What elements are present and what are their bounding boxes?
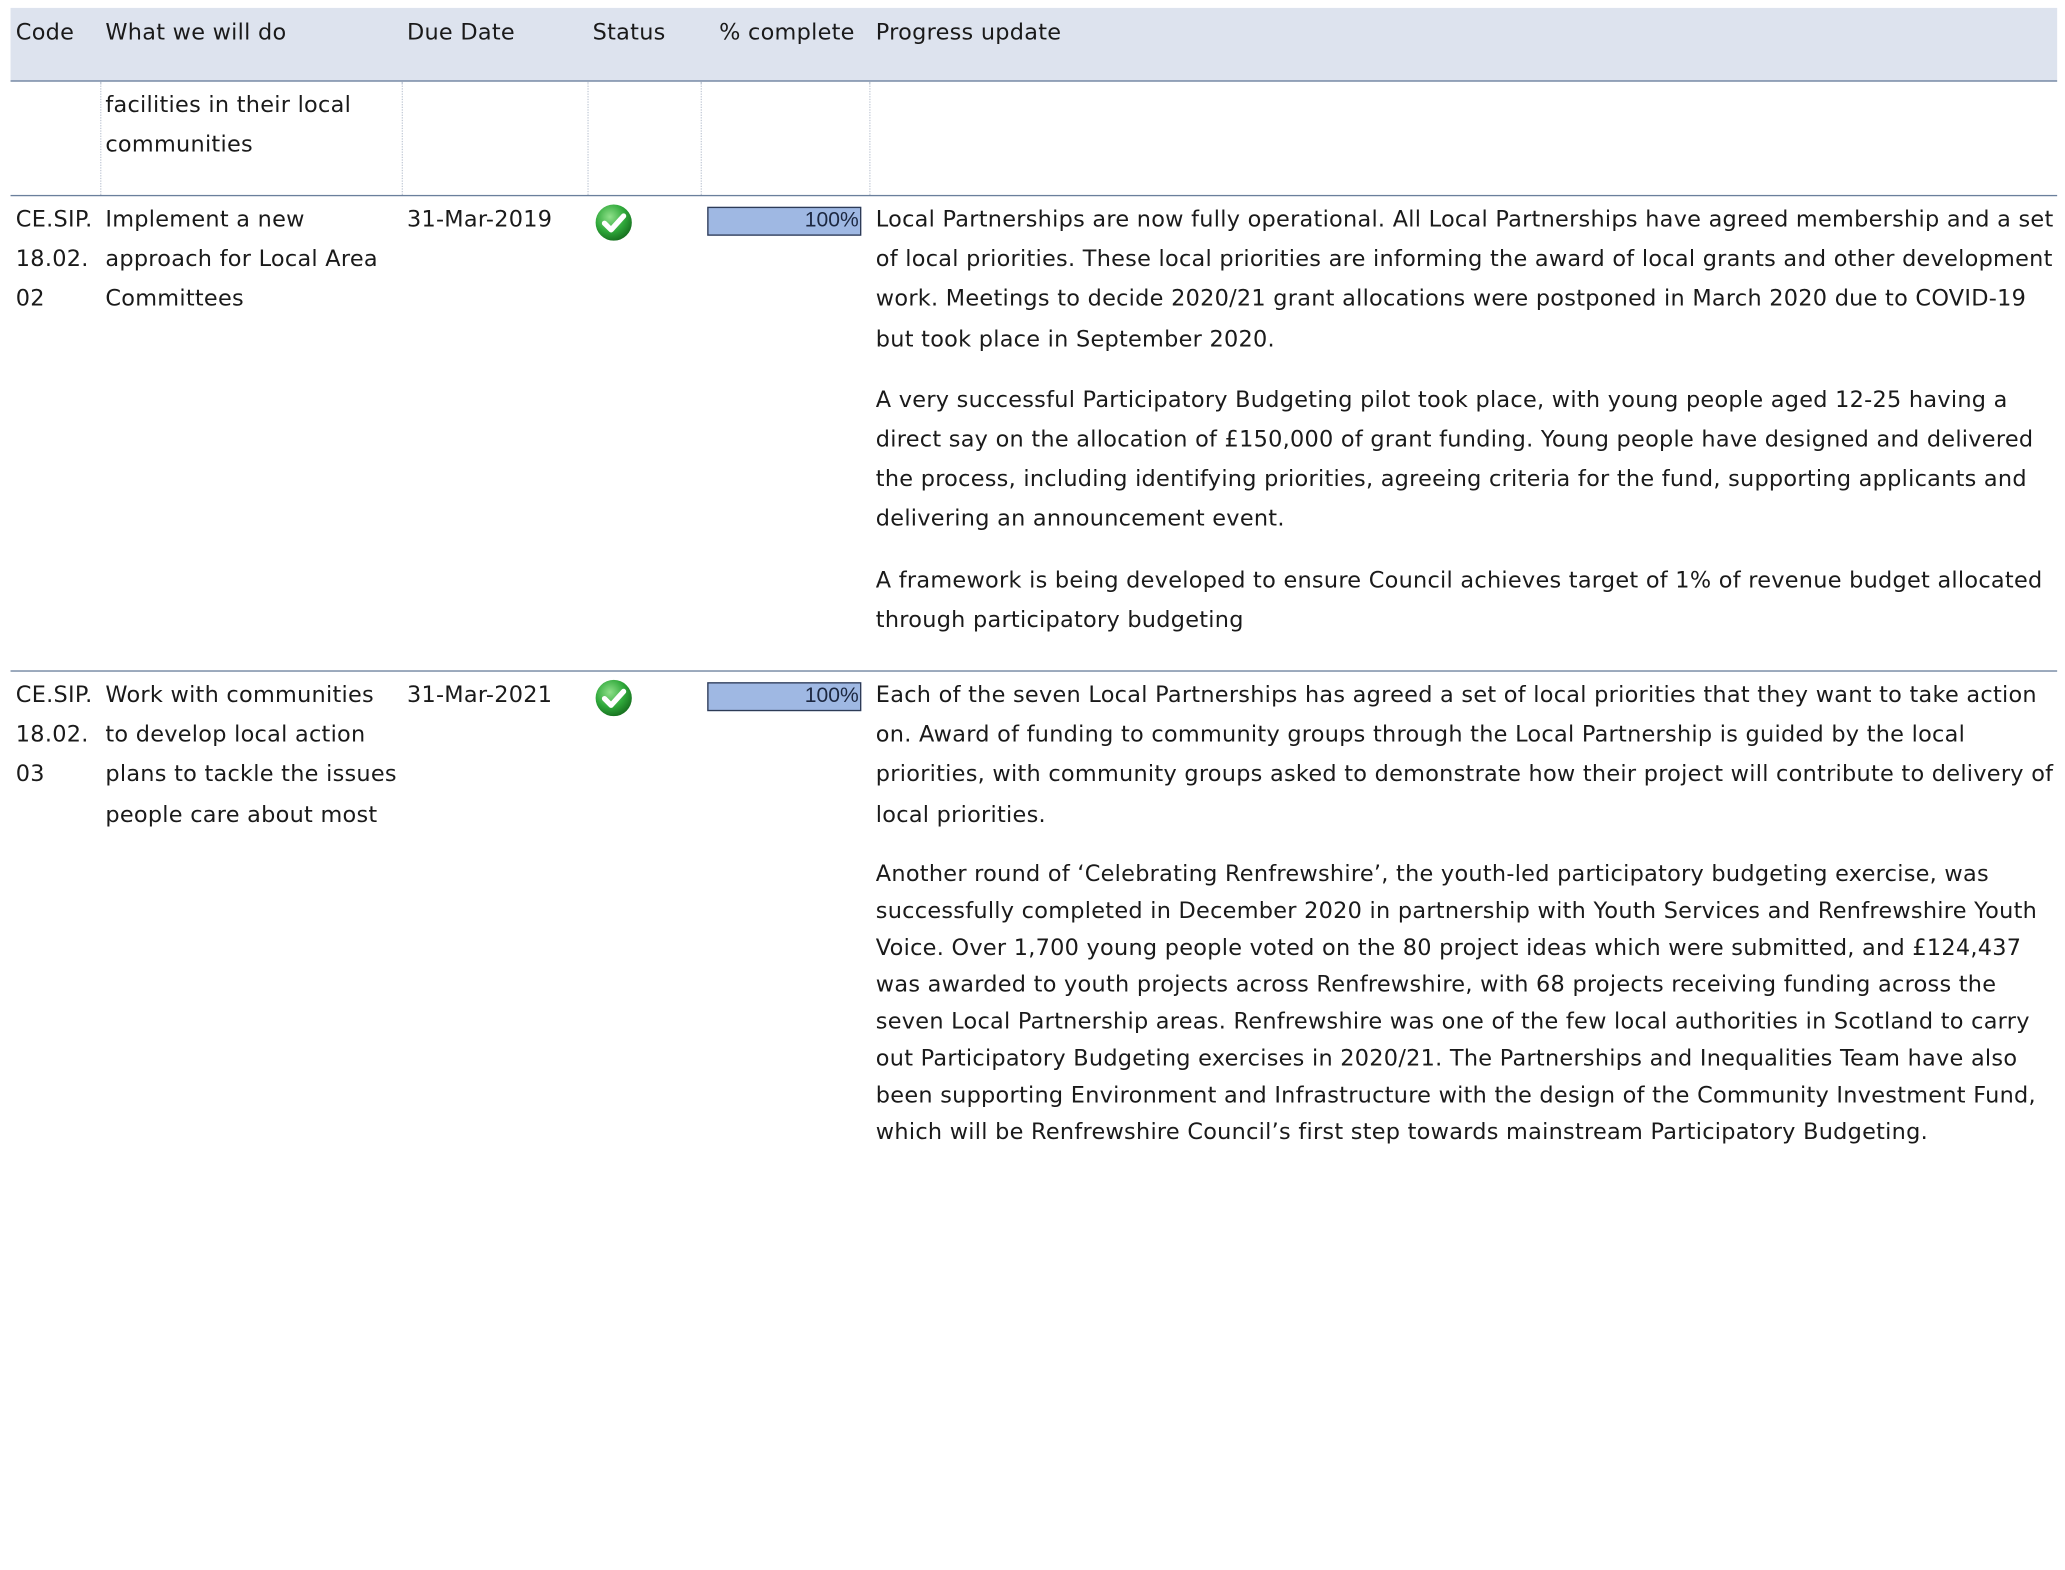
header-what-we-will-do: What we will do <box>105 19 287 47</box>
header-code: Code <box>15 19 75 47</box>
percent-complete-label: 100% <box>804 209 859 232</box>
column-divider <box>401 81 404 195</box>
column-divider <box>587 81 589 195</box>
percent-complete-label: 100% <box>804 684 859 708</box>
document-page: Code What we will do Due Date Status % c… <box>0 0 2065 1570</box>
progress-paragraph: A very successful Participatory Budgetin… <box>875 386 2034 533</box>
table-header: Code What we will do Due Date Status % c… <box>10 7 2058 82</box>
column-divider <box>100 81 102 195</box>
row-progress-update: Each of the seven Local Partnerships has… <box>876 676 2057 1151</box>
green-check-circle-icon <box>593 202 634 243</box>
progress-paragraph: A framework is being developed to ensure… <box>875 567 2043 634</box>
continuation-line: facilities in their local <box>105 92 352 119</box>
header-status: Status <box>592 19 666 47</box>
continuation-line: communities <box>105 131 253 159</box>
row-progress-update: Local Partnerships are now fully operati… <box>876 200 2057 640</box>
continuation-what-cell: facilities in their local communities <box>105 86 395 166</box>
column-divider <box>869 81 871 195</box>
row-due-date: 31-Mar-2019 <box>406 206 553 234</box>
column-divider <box>700 81 702 195</box>
row-due-date: 31-Mar-2021 <box>406 682 553 709</box>
progress-paragraph: Another round of ‘Celebrating Renfrewshi… <box>875 861 2038 1146</box>
row-code: CE.SIP.18.02.03 <box>15 682 93 789</box>
percent-complete-bar: 100% <box>707 682 862 712</box>
row-what-we-will-do: Work with communities to develop local a… <box>105 682 397 828</box>
header-due-date: Due Date <box>406 19 515 47</box>
header-progress-update: Progress update <box>875 19 1062 47</box>
row-divider <box>10 194 2058 197</box>
progress-paragraph: Local Partnerships are now fully operati… <box>875 206 2054 353</box>
row-divider <box>10 670 2058 672</box>
green-check-circle-icon <box>593 677 634 719</box>
header-percent-complete: % complete <box>719 19 855 47</box>
row-code: CE.SIP.18.02.02 <box>15 206 93 313</box>
row-what-we-will-do: Implement a new approach for Local Area … <box>105 206 378 313</box>
percent-complete-bar: 100% <box>707 206 862 236</box>
progress-paragraph: Each of the seven Local Partnerships has… <box>875 682 2054 828</box>
